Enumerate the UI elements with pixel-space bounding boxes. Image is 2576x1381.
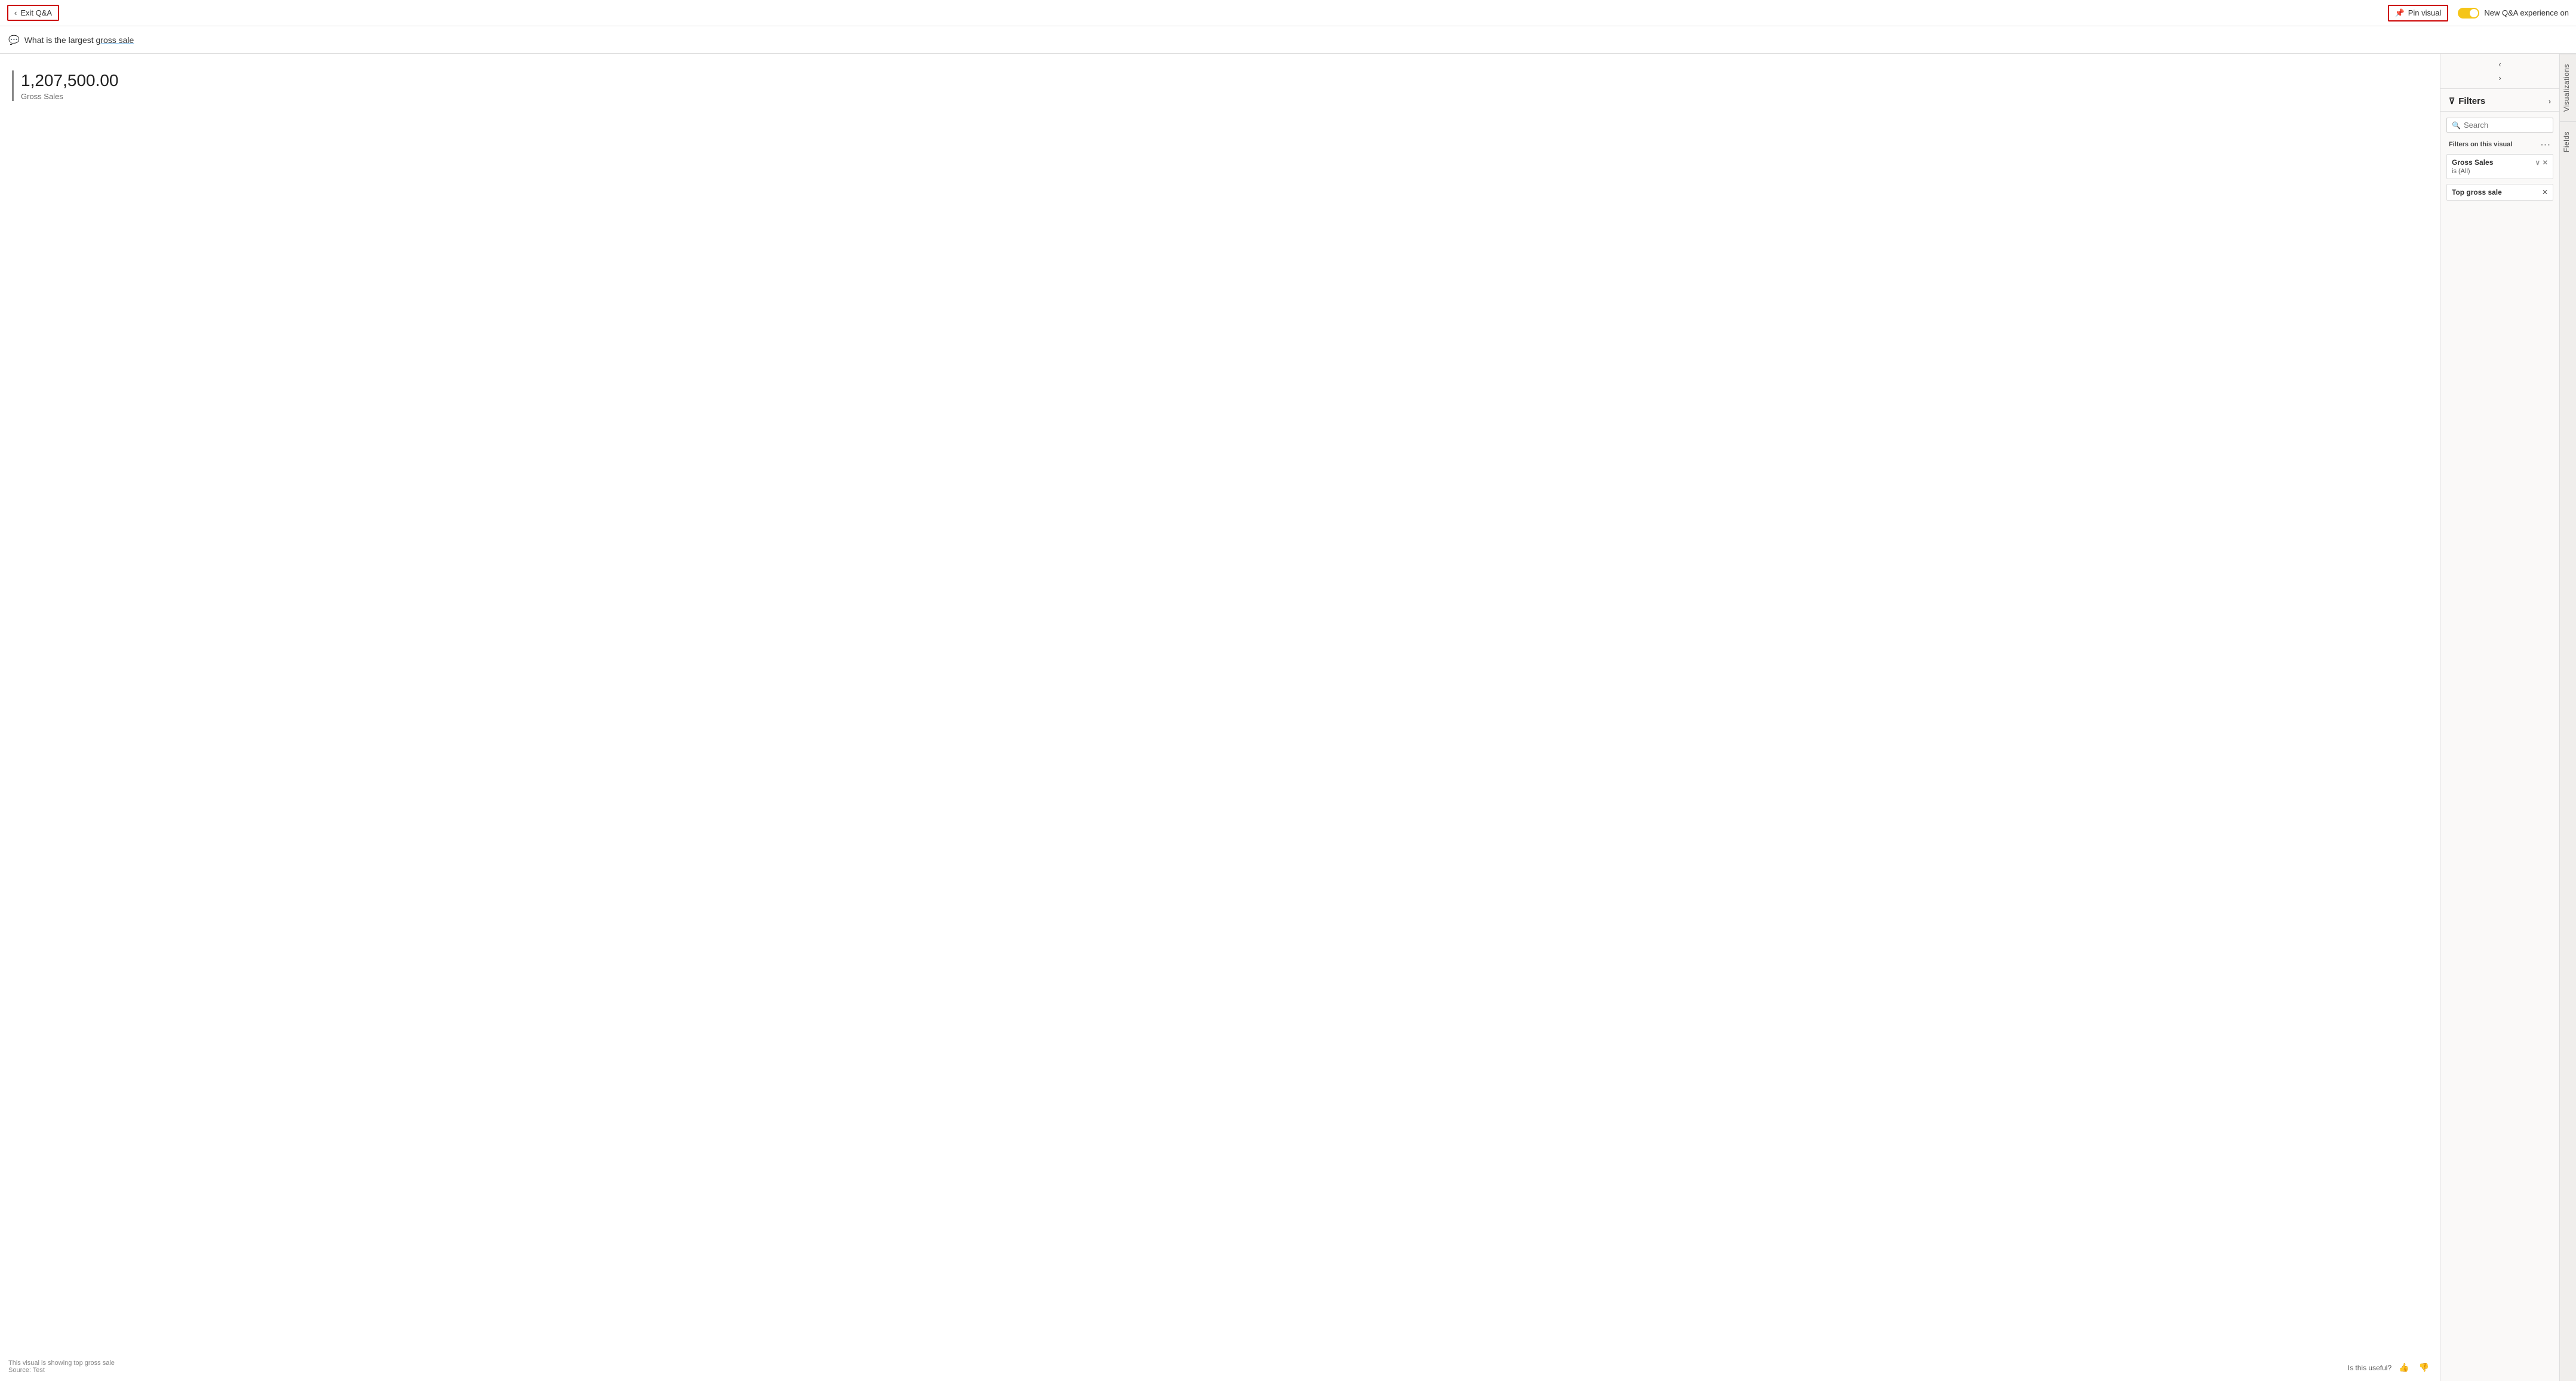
gross-sales-filter-value: is (All) <box>2452 168 2548 175</box>
top-gross-sale-filter-card: Top gross sale ✕ <box>2446 184 2553 201</box>
filter-close-icon[interactable]: ✕ <box>2542 188 2548 196</box>
qna-underlined-text: gross sale <box>96 35 134 45</box>
value-label: Gross Sales <box>21 92 2428 101</box>
gross-sales-filter-card: Gross Sales ∨ ✕ is (All) <box>2446 154 2553 179</box>
filters-on-visual-text: Filters on this visual <box>2449 141 2512 148</box>
back-arrow-icon: ‹ <box>14 8 17 17</box>
footer-line2: Source: Test <box>8 1367 115 1374</box>
thumbs-up-button[interactable]: 👍 <box>2396 1361 2411 1374</box>
exit-qna-label: Exit Q&A <box>20 8 52 17</box>
thumbs-down-button[interactable]: 👎 <box>2417 1361 2431 1374</box>
top-bar: ‹ Exit Q&A 📌 Pin visual New Q&A experien… <box>0 0 2576 26</box>
toggle-row: New Q&A experience on <box>2458 8 2569 19</box>
main-area: 1,207,500.00 Gross Sales This visual is … <box>0 54 2576 1381</box>
value-display: 1,207,500.00 Gross Sales <box>12 70 2428 101</box>
filter-eraser-icon[interactable]: ✕ <box>2543 159 2548 167</box>
footer-line1: This visual is showing top gross sale <box>8 1360 115 1367</box>
tab-fields[interactable]: Fields <box>2560 121 2576 162</box>
qna-text[interactable]: What is the largest gross sale <box>24 35 2568 45</box>
tab-visualizations[interactable]: Visualizations <box>2560 54 2576 121</box>
search-icon: 🔍 <box>2452 121 2461 130</box>
feedback-row: Is this useful? 👍 👎 <box>2348 1361 2431 1374</box>
toggle-label: New Q&A experience on <box>2484 8 2569 17</box>
collapse-arrows: ‹ › <box>2440 54 2559 89</box>
top-gross-sale-label: Top gross sale <box>2452 188 2502 196</box>
filter-search-input[interactable] <box>2464 121 2548 130</box>
side-tabs: Visualizations Fields <box>2559 54 2576 1381</box>
filter-chevron-down-icon[interactable]: ∨ <box>2535 159 2540 167</box>
filters-title-group: ⊽ Filters <box>2449 96 2485 106</box>
pin-visual-label: Pin visual <box>2408 8 2442 17</box>
canvas: 1,207,500.00 Gross Sales This visual is … <box>0 54 2440 1381</box>
exit-qna-button[interactable]: ‹ Exit Q&A <box>7 5 59 21</box>
filter-card-icons: ∨ ✕ <box>2535 159 2548 167</box>
pin-visual-button[interactable]: 📌 Pin visual <box>2388 5 2449 21</box>
chat-icon: 💬 <box>8 35 20 45</box>
filter-card-header: Gross Sales ∨ ✕ <box>2452 158 2548 167</box>
collapse-left-button[interactable]: ‹ <box>2494 57 2506 71</box>
collapse-right-button[interactable]: › <box>2494 71 2506 85</box>
top-right-controls: 📌 Pin visual New Q&A experience on <box>2388 5 2569 21</box>
value-number: 1,207,500.00 <box>21 70 2428 91</box>
filter-funnel-icon: ⊽ <box>2449 96 2455 106</box>
new-experience-toggle[interactable] <box>2458 8 2479 19</box>
pin-icon: 📌 <box>2395 8 2405 18</box>
filters-chevron-icon[interactable]: › <box>2549 97 2551 106</box>
qna-query-text: What is the largest <box>24 35 96 45</box>
canvas-footer: This visual is showing top gross sale So… <box>8 1360 115 1374</box>
filters-options-dots[interactable]: ··· <box>2541 140 2551 149</box>
filters-title: Filters <box>2458 96 2485 106</box>
gross-sales-filter-name: Gross Sales <box>2452 158 2493 167</box>
feedback-label: Is this useful? <box>2348 1364 2391 1372</box>
qna-input-bar: 💬 What is the largest gross sale <box>0 26 2576 54</box>
filters-on-visual-label: Filters on this visual ··· <box>2440 136 2559 152</box>
filters-header: ⊽ Filters › <box>2440 89 2559 112</box>
filter-search-box[interactable]: 🔍 <box>2446 118 2553 133</box>
filters-panel: ‹ › ⊽ Filters › 🔍 Filters on this visual… <box>2440 54 2559 1381</box>
